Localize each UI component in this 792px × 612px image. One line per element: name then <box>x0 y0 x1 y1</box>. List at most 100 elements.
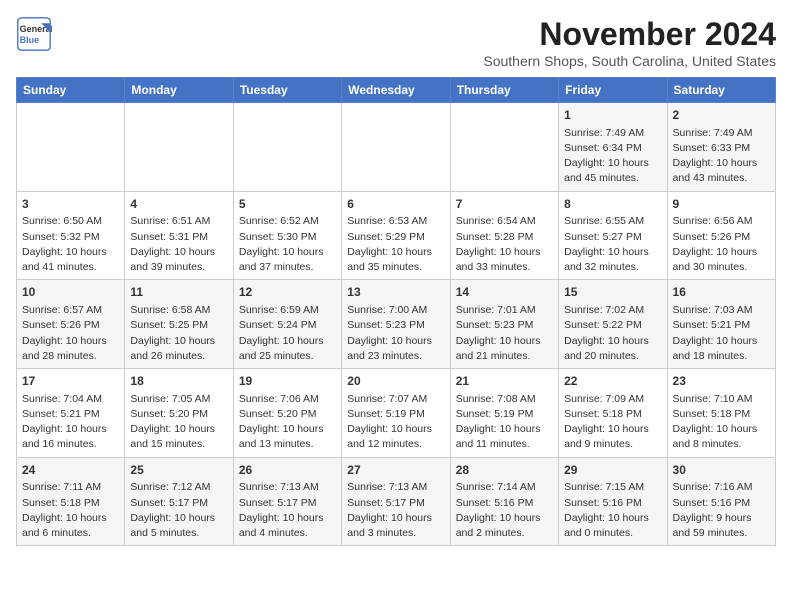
weekday-header-wednesday: Wednesday <box>342 78 450 103</box>
calendar-cell: 29Sunrise: 7:15 AM Sunset: 5:16 PM Dayli… <box>559 457 667 546</box>
calendar-table: SundayMondayTuesdayWednesdayThursdayFrid… <box>16 77 776 546</box>
weekday-header-tuesday: Tuesday <box>233 78 341 103</box>
calendar-cell: 19 Sunrise: 7:06 AM Sunset: 5:20 PM Dayli… <box>233 369 341 458</box>
day-info: Sunrise: 7:49 AM Sunset: 6:33 PM Dayligh… <box>673 126 770 187</box>
day-info: Sunrise: 7:03 AM Sunset: 5:21 PM Dayligh… <box>673 303 770 364</box>
day-info: Sunrise: 7:00 AM Sunset: 5:23 PM Dayligh… <box>347 303 444 364</box>
day-number: 7 <box>456 196 553 213</box>
day-number: 5 <box>239 196 336 213</box>
day-info: Sunrise: 7:10 AM Sunset: 5:18 PM Dayligh… <box>673 392 770 453</box>
calendar-cell <box>450 103 558 192</box>
calendar-cell: 8Sunrise: 6:55 AM Sunset: 5:27 PM Daylig… <box>559 191 667 280</box>
weekday-header-monday: Monday <box>125 78 233 103</box>
calendar-cell <box>233 103 341 192</box>
day-info: Sunrise: 7:13 AM Sunset: 5:17 PM Dayligh… <box>239 480 336 541</box>
day-number: 17 <box>22 373 119 390</box>
calendar-cell: 23Sunrise: 7:10 AM Sunset: 5:18 PM Dayli… <box>667 369 775 458</box>
day-number: 1 <box>564 107 661 124</box>
day-number: 3 <box>22 196 119 213</box>
day-info: Sunrise: 6:53 AM Sunset: 5:29 PM Dayligh… <box>347 214 444 275</box>
weekday-header-saturday: Saturday <box>667 78 775 103</box>
day-number: 28 <box>456 462 553 479</box>
day-info: Sunrise: 7:08 AM Sunset: 5:19 PM Dayligh… <box>456 392 553 453</box>
day-number: 24 <box>22 462 119 479</box>
calendar-cell: 27Sunrise: 7:13 AM Sunset: 5:17 PM Dayli… <box>342 457 450 546</box>
day-info: Sunrise: 7:04 AM Sunset: 5:21 PM Dayligh… <box>22 392 119 453</box>
header: General Blue November 2024 Southern Shop… <box>16 16 776 69</box>
title-area: November 2024 Southern Shops, South Caro… <box>483 16 776 69</box>
calendar-cell: 12 Sunrise: 6:59 AM Sunset: 5:24 PM Dayli… <box>233 280 341 369</box>
day-info: Sunrise: 7:06 AM Sunset: 5:20 PM Dayligh… <box>239 392 336 453</box>
calendar-cell: 1 Sunrise: 7:49 AM Sunset: 6:34 PM Daylig… <box>559 103 667 192</box>
day-number: 9 <box>673 196 770 213</box>
calendar-week-1: 1 Sunrise: 7:49 AM Sunset: 6:34 PM Daylig… <box>17 103 776 192</box>
calendar-cell: 6Sunrise: 6:53 AM Sunset: 5:29 PM Daylig… <box>342 191 450 280</box>
day-info: Sunrise: 6:50 AM Sunset: 5:32 PM Dayligh… <box>22 214 119 275</box>
day-number: 4 <box>130 196 227 213</box>
weekday-header-friday: Friday <box>559 78 667 103</box>
calendar-week-2: 3Sunrise: 6:50 AM Sunset: 5:32 PM Daylig… <box>17 191 776 280</box>
day-info: Sunrise: 7:15 AM Sunset: 5:16 PM Dayligh… <box>564 480 661 541</box>
logo: General Blue <box>16 16 52 52</box>
day-number: 15 <box>564 284 661 301</box>
calendar-cell: 20Sunrise: 7:07 AM Sunset: 5:19 PM Dayli… <box>342 369 450 458</box>
day-number: 20 <box>347 373 444 390</box>
day-info: Sunrise: 7:12 AM Sunset: 5:17 PM Dayligh… <box>130 480 227 541</box>
calendar-cell: 9Sunrise: 6:56 AM Sunset: 5:26 PM Daylig… <box>667 191 775 280</box>
calendar-body: 1 Sunrise: 7:49 AM Sunset: 6:34 PM Daylig… <box>17 103 776 546</box>
weekday-header-thursday: Thursday <box>450 78 558 103</box>
calendar-week-5: 24Sunrise: 7:11 AM Sunset: 5:18 PM Dayli… <box>17 457 776 546</box>
day-number: 27 <box>347 462 444 479</box>
day-number: 10 <box>22 284 119 301</box>
day-info: Sunrise: 6:57 AM Sunset: 5:26 PM Dayligh… <box>22 303 119 364</box>
day-number: 2 <box>673 107 770 124</box>
weekday-header-sunday: Sunday <box>17 78 125 103</box>
day-info: Sunrise: 6:58 AM Sunset: 5:25 PM Dayligh… <box>130 303 227 364</box>
calendar-cell: 2 Sunrise: 7:49 AM Sunset: 6:33 PM Daylig… <box>667 103 775 192</box>
day-number: 16 <box>673 284 770 301</box>
logo-icon: General Blue <box>16 16 52 52</box>
day-info: Sunrise: 7:09 AM Sunset: 5:18 PM Dayligh… <box>564 392 661 453</box>
day-info: Sunrise: 7:02 AM Sunset: 5:22 PM Dayligh… <box>564 303 661 364</box>
month-title: November 2024 <box>483 16 776 53</box>
day-info: Sunrise: 6:59 AM Sunset: 5:24 PM Dayligh… <box>239 303 336 364</box>
day-number: 12 <box>239 284 336 301</box>
calendar-cell: 18 Sunrise: 7:05 AM Sunset: 5:20 PM Dayli… <box>125 369 233 458</box>
calendar-cell: 10 Sunrise: 6:57 AM Sunset: 5:26 PM Dayli… <box>17 280 125 369</box>
calendar-cell: 30Sunrise: 7:16 AM Sunset: 5:16 PM Dayli… <box>667 457 775 546</box>
calendar-cell: 26Sunrise: 7:13 AM Sunset: 5:17 PM Dayli… <box>233 457 341 546</box>
day-number: 25 <box>130 462 227 479</box>
calendar-cell: 22Sunrise: 7:09 AM Sunset: 5:18 PM Dayli… <box>559 369 667 458</box>
location-subtitle: Southern Shops, South Carolina, United S… <box>483 53 776 69</box>
day-info: Sunrise: 7:13 AM Sunset: 5:17 PM Dayligh… <box>347 480 444 541</box>
calendar-cell <box>342 103 450 192</box>
calendar-cell: 15 Sunrise: 7:02 AM Sunset: 5:22 PM Dayli… <box>559 280 667 369</box>
day-info: Sunrise: 6:56 AM Sunset: 5:26 PM Dayligh… <box>673 214 770 275</box>
calendar-cell <box>17 103 125 192</box>
day-number: 19 <box>239 373 336 390</box>
weekday-header-row: SundayMondayTuesdayWednesdayThursdayFrid… <box>17 78 776 103</box>
calendar-cell: 3Sunrise: 6:50 AM Sunset: 5:32 PM Daylig… <box>17 191 125 280</box>
calendar-header: SundayMondayTuesdayWednesdayThursdayFrid… <box>17 78 776 103</box>
day-number: 11 <box>130 284 227 301</box>
day-number: 8 <box>564 196 661 213</box>
day-number: 14 <box>456 284 553 301</box>
calendar-cell: 4Sunrise: 6:51 AM Sunset: 5:31 PM Daylig… <box>125 191 233 280</box>
calendar-cell: 13Sunrise: 7:00 AM Sunset: 5:23 PM Dayli… <box>342 280 450 369</box>
calendar-cell: 16 Sunrise: 7:03 AM Sunset: 5:21 PM Dayli… <box>667 280 775 369</box>
day-number: 21 <box>456 373 553 390</box>
day-number: 26 <box>239 462 336 479</box>
day-number: 29 <box>564 462 661 479</box>
calendar-cell: 14 Sunrise: 7:01 AM Sunset: 5:23 PM Dayli… <box>450 280 558 369</box>
day-info: Sunrise: 7:11 AM Sunset: 5:18 PM Dayligh… <box>22 480 119 541</box>
day-number: 18 <box>130 373 227 390</box>
calendar-cell: 5Sunrise: 6:52 AM Sunset: 5:30 PM Daylig… <box>233 191 341 280</box>
day-info: Sunrise: 7:49 AM Sunset: 6:34 PM Dayligh… <box>564 126 661 187</box>
day-info: Sunrise: 6:55 AM Sunset: 5:27 PM Dayligh… <box>564 214 661 275</box>
calendar-week-4: 17 Sunrise: 7:04 AM Sunset: 5:21 PM Dayli… <box>17 369 776 458</box>
calendar-cell: 21 Sunrise: 7:08 AM Sunset: 5:19 PM Dayli… <box>450 369 558 458</box>
day-info: Sunrise: 6:54 AM Sunset: 5:28 PM Dayligh… <box>456 214 553 275</box>
day-number: 30 <box>673 462 770 479</box>
day-info: Sunrise: 7:05 AM Sunset: 5:20 PM Dayligh… <box>130 392 227 453</box>
day-info: Sunrise: 7:01 AM Sunset: 5:23 PM Dayligh… <box>456 303 553 364</box>
